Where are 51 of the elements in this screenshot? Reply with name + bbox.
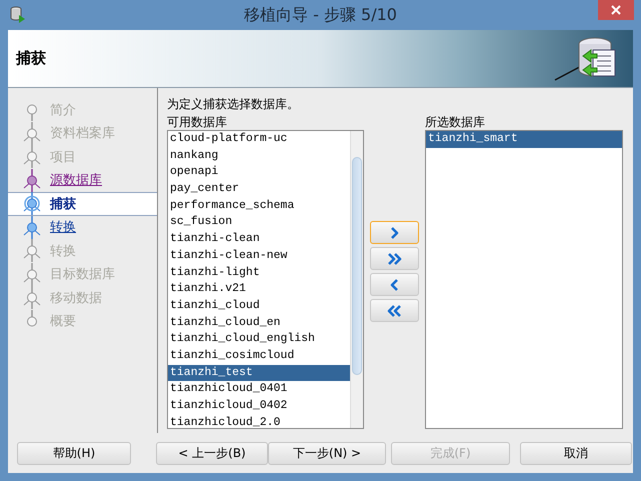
list-label: 所选数据库 bbox=[425, 114, 486, 130]
list-item[interactable]: tianzhicloud_0402 bbox=[168, 398, 350, 415]
scrollbar[interactable] bbox=[350, 131, 363, 428]
wizard-step[interactable]: 源数据库 bbox=[8, 168, 157, 192]
double-chevron-icon bbox=[386, 250, 403, 266]
move-button[interactable] bbox=[370, 247, 419, 270]
list-item[interactable]: tianzhicloud_2.0 bbox=[168, 414, 350, 432]
step-node-icon bbox=[22, 168, 42, 192]
list-label: 可用数据库 bbox=[167, 114, 228, 130]
list-item[interactable]: tianzhi_cloud bbox=[168, 298, 350, 315]
list-item[interactable]: tianzhi-light bbox=[168, 264, 350, 282]
list-item[interactable]: tianzhi_cosimcloud bbox=[168, 348, 350, 365]
step-node-icon bbox=[22, 145, 42, 168]
list-item[interactable]: tianzhi-clean bbox=[168, 231, 350, 248]
step-node-icon bbox=[22, 286, 42, 310]
next-button[interactable]: 下一步(N) > bbox=[268, 442, 386, 464]
step-node-icon bbox=[22, 239, 42, 262]
selected-list[interactable]: tianzhi_smart bbox=[425, 130, 623, 429]
list-item[interactable]: tianzhi-clean-new bbox=[168, 248, 350, 264]
close-icon bbox=[611, 5, 621, 15]
help-button[interactable]: 帮助(H) bbox=[17, 442, 131, 464]
wizard-step[interactable]: 捕获 bbox=[8, 192, 157, 216]
available-list[interactable] bbox=[167, 130, 364, 429]
list-item[interactable]: openapi bbox=[168, 164, 350, 182]
list-item[interactable]: pay_center bbox=[168, 181, 350, 198]
window-title: 移植向导 - 步骤 5/10 bbox=[244, 4, 397, 26]
move-button[interactable] bbox=[370, 299, 419, 322]
move-button[interactable] bbox=[370, 221, 419, 244]
page-title: 捕获 bbox=[16, 49, 46, 68]
list-item[interactable]: sc_fusion bbox=[168, 214, 350, 232]
back-button[interactable]: < 上一步(B) bbox=[156, 442, 268, 464]
close-button[interactable] bbox=[598, 0, 634, 20]
instruction-text: 为定义捕获选择数据库。 bbox=[167, 96, 300, 112]
step-node-icon bbox=[22, 122, 42, 145]
list-item[interactable]: performance_schema bbox=[168, 198, 350, 214]
step-node-icon bbox=[22, 262, 42, 286]
step-node-icon bbox=[22, 192, 42, 216]
double-chevron-icon bbox=[386, 302, 403, 318]
database-icon bbox=[10, 6, 26, 24]
list-item[interactable]: tianzhi_test bbox=[168, 364, 350, 382]
move-button[interactable] bbox=[370, 273, 419, 296]
wizard-step[interactable]: 转换 bbox=[8, 216, 157, 239]
list-item[interactable]: tianzhi_smart bbox=[426, 131, 622, 148]
list-item[interactable]: tianzhi_cloud_english bbox=[168, 331, 350, 348]
list-item[interactable]: cloud-platform-uc bbox=[168, 131, 350, 148]
list-item[interactable]: nankang bbox=[168, 148, 350, 164]
cancel-button[interactable]: 取消 bbox=[520, 442, 632, 464]
list-item[interactable]: tianzhi.v21 bbox=[168, 281, 350, 298]
list-item[interactable]: tianzhicloud_0401 bbox=[168, 381, 350, 398]
list-item[interactable]: tianzhi_cloud_en bbox=[168, 314, 350, 332]
step-node-icon bbox=[22, 216, 42, 239]
